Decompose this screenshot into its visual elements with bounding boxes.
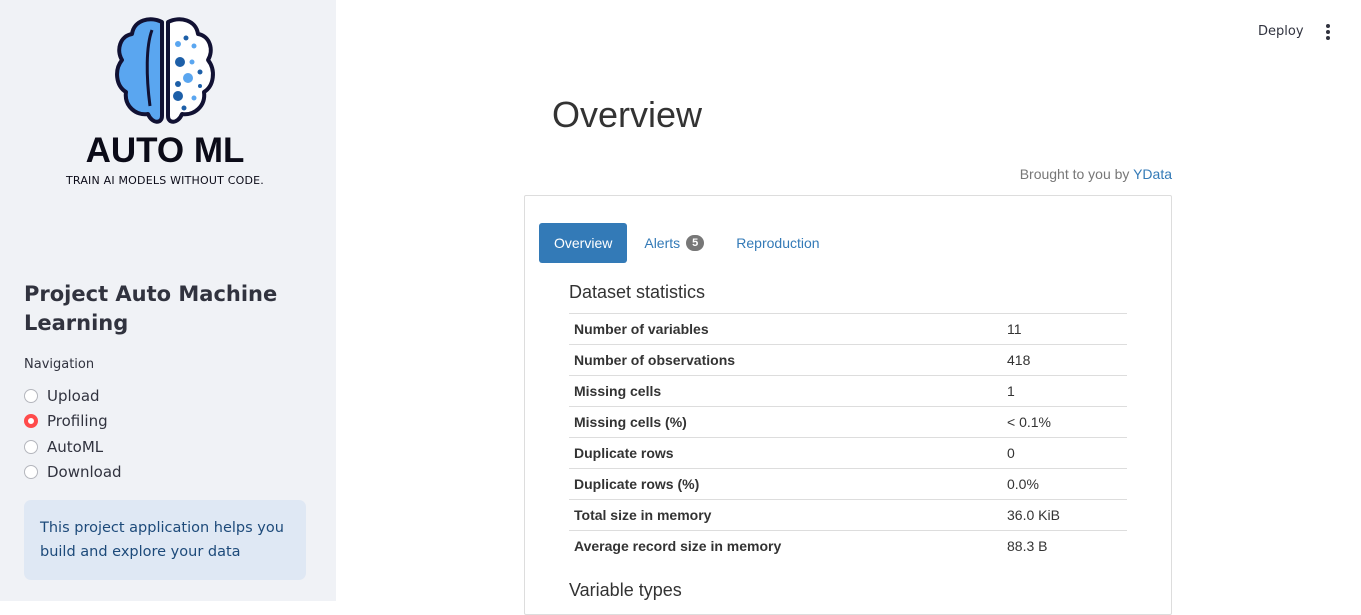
sidebar: AUTO ML TRAIN AI MODELS WITHOUT CODE. Pr… bbox=[0, 0, 336, 601]
variable-types-title: Variable types bbox=[569, 580, 682, 600]
nav-option-label: Upload bbox=[47, 386, 100, 405]
stat-value: 418 bbox=[1002, 344, 1127, 376]
nav-option-label: AutoML bbox=[47, 437, 104, 456]
navigation-radio-group: Upload Profiling AutoML Download bbox=[24, 383, 122, 485]
stat-value: 0.0% bbox=[1002, 468, 1127, 500]
info-box: This project application helps you build… bbox=[24, 500, 306, 580]
table-row: Missing cells (%) < 0.1% bbox=[569, 406, 1127, 438]
profile-report-panel: Overview Alerts 5 Reproduction Dataset s… bbox=[524, 195, 1172, 615]
tab-label: Alerts bbox=[644, 235, 681, 251]
report-tabs: Overview Alerts 5 Reproduction bbox=[539, 223, 837, 263]
stat-name: Number of observations bbox=[569, 344, 1002, 376]
table-row: Average record size in memory 88.3 B bbox=[569, 530, 1127, 561]
tab-label: Reproduction bbox=[736, 235, 820, 251]
stat-name: Number of variables bbox=[569, 313, 1002, 345]
radio-icon[interactable] bbox=[24, 439, 38, 454]
radio-icon[interactable] bbox=[24, 465, 38, 480]
more-vertical-icon[interactable] bbox=[1320, 24, 1336, 42]
brain-icon bbox=[115, 17, 215, 124]
nav-option-label: Download bbox=[47, 463, 122, 482]
stat-name: Duplicate rows bbox=[569, 437, 1002, 469]
stat-name: Duplicate rows (%) bbox=[569, 468, 1002, 500]
deploy-button[interactable]: Deploy bbox=[1258, 24, 1304, 39]
nav-option-download[interactable]: Download bbox=[24, 460, 122, 486]
alerts-count-badge: 5 bbox=[686, 235, 705, 251]
radio-selected-icon[interactable] bbox=[24, 414, 38, 429]
radio-icon[interactable] bbox=[24, 388, 38, 403]
stat-name: Missing cells bbox=[569, 375, 1002, 407]
tab-label: Overview bbox=[554, 235, 613, 251]
stat-value: 1 bbox=[1002, 375, 1127, 407]
tab-overview[interactable]: Overview bbox=[539, 223, 628, 263]
stat-name: Missing cells (%) bbox=[569, 406, 1002, 438]
logo-subtitle: TRAIN AI MODELS WITHOUT CODE. bbox=[66, 174, 264, 187]
table-row: Total size in memory 36.0 KiB bbox=[569, 499, 1127, 531]
nav-option-automl[interactable]: AutoML bbox=[24, 434, 122, 460]
tab-alerts[interactable]: Alerts 5 bbox=[629, 223, 719, 263]
dataset-statistics-title: Dataset statistics bbox=[569, 282, 706, 302]
nav-option-profiling[interactable]: Profiling bbox=[24, 409, 122, 435]
tab-reproduction[interactable]: Reproduction bbox=[721, 223, 834, 263]
table-row: Number of observations 418 bbox=[569, 344, 1127, 376]
navigation-label: Navigation bbox=[24, 357, 95, 372]
page-title: Overview bbox=[552, 94, 703, 135]
stat-value: < 0.1% bbox=[1002, 406, 1127, 438]
nav-option-upload[interactable]: Upload bbox=[24, 383, 122, 409]
stat-value: 11 bbox=[1002, 313, 1127, 345]
sidebar-title: Project Auto Machine Learning bbox=[24, 282, 278, 335]
ydata-link[interactable]: YData bbox=[1133, 166, 1172, 182]
stat-value: 0 bbox=[1002, 437, 1127, 469]
nav-option-label: Profiling bbox=[47, 412, 108, 431]
brought-by-text: Brought to you by YData bbox=[1020, 166, 1172, 182]
stat-name: Average record size in memory bbox=[569, 530, 1002, 561]
table-row: Missing cells 1 bbox=[569, 375, 1127, 407]
stat-name: Total size in memory bbox=[569, 499, 1002, 531]
dataset-statistics-table: Number of variables 11 Number of observati… bbox=[569, 313, 1127, 561]
table-row: Duplicate rows (%) 0.0% bbox=[569, 468, 1127, 500]
stat-value: 88.3 B bbox=[1002, 530, 1127, 561]
table-row: Duplicate rows 0 bbox=[569, 437, 1127, 469]
table-row: Number of variables 11 bbox=[569, 313, 1127, 345]
brought-by-prefix: Brought to you by bbox=[1019, 166, 1130, 182]
auto-ml-logo: AUTO ML TRAIN AI MODELS WITHOUT CODE. bbox=[54, 14, 276, 194]
logo-title: AUTO ML bbox=[85, 131, 245, 170]
stat-value: 36.0 KiB bbox=[1002, 499, 1127, 531]
